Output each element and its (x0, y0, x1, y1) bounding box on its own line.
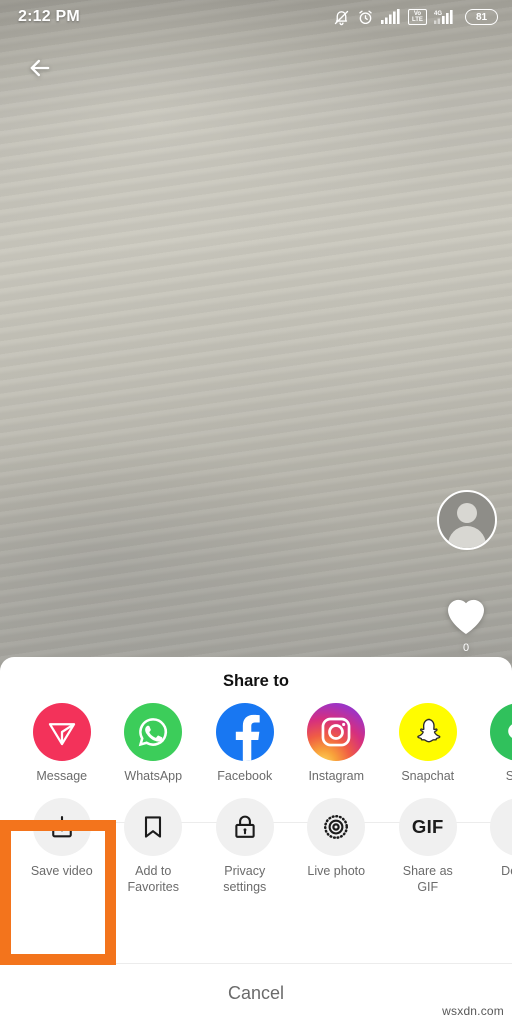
share-sheet: Share to Message WhatsApp Facebook Insta… (0, 657, 512, 1024)
like-button[interactable]: 0 (442, 592, 490, 654)
volte-bottom-label: LTE (412, 17, 423, 23)
action-live-photo[interactable]: Live photo (291, 798, 383, 879)
action-label: Add to Favorites (127, 864, 179, 894)
volte-icon: Vo LTE (408, 9, 427, 25)
cancel-button[interactable]: Cancel (0, 963, 512, 1024)
bookmark-icon (124, 798, 183, 857)
avatar-head-shape (457, 503, 477, 523)
action-label: Save video (30, 864, 93, 879)
gif-icon: GIF (398, 798, 457, 857)
share-targets-row[interactable]: Message WhatsApp Facebook Instagram Snap… (0, 703, 512, 784)
actions-row[interactable]: Save video Add to Favorites Privacy sett… (0, 798, 512, 895)
message-icon (32, 703, 91, 761)
action-delete[interactable]: Delete (474, 798, 512, 879)
sms-icon (490, 703, 512, 761)
share-target-whatsapp[interactable]: WhatsApp (108, 703, 200, 784)
trash-icon (490, 798, 512, 857)
battery-level-label: 81 (475, 11, 488, 23)
share-sheet-title: Share to (222, 672, 290, 690)
battery-icon: 81 (465, 9, 498, 25)
action-label: Share as GIF (402, 864, 453, 894)
share-target-instagram[interactable]: Instagram (291, 703, 383, 784)
share-target-label: Instagram (308, 769, 365, 783)
bell-muted-icon (333, 9, 350, 26)
action-label: Live photo (307, 864, 366, 879)
action-save-video[interactable]: Save video (16, 798, 108, 879)
back-button[interactable] (20, 50, 60, 90)
snapchat-icon (398, 703, 457, 761)
instagram-icon (307, 703, 366, 761)
heart-icon (442, 592, 490, 641)
action-label: Delete (501, 864, 512, 879)
back-arrow-icon (26, 54, 54, 87)
share-target-label: Facebook (217, 769, 273, 783)
whatsapp-icon (124, 703, 183, 761)
share-target-label: Snapchat (401, 769, 455, 783)
action-share-as-gif[interactable]: GIF Share as GIF (382, 798, 474, 895)
share-target-label: SMS (505, 769, 512, 783)
live-photo-icon (307, 798, 366, 857)
svg-text:4G: 4G (434, 11, 442, 17)
like-count-label: 0 (462, 642, 470, 654)
share-target-label: Message (36, 769, 88, 783)
action-privacy-settings[interactable]: Privacy settings (199, 798, 291, 895)
status-bar-clock: 2:12 PM (18, 8, 80, 25)
lock-icon (215, 798, 274, 857)
share-target-snapchat[interactable]: Snapchat (382, 703, 474, 784)
share-target-sms[interactable]: SMS (474, 703, 512, 784)
signal-bars-icon (381, 9, 401, 25)
share-target-facebook[interactable]: Facebook (199, 703, 291, 784)
share-target-message[interactable]: Message (16, 703, 108, 784)
signal-bars-4g-icon: 4G (434, 9, 458, 25)
watermark: wsxdn.com (442, 1004, 504, 1018)
status-bar-icons: Vo LTE 4G 81 (333, 9, 498, 26)
alarm-clock-icon (357, 9, 374, 26)
facebook-icon (215, 703, 274, 761)
download-icon (32, 798, 91, 857)
action-add-to-favorites[interactable]: Add to Favorites (108, 798, 200, 895)
status-bar: 2:12 PM Vo LTE 4G 81 (0, 0, 512, 34)
phone-screen: 2:12 PM Vo LTE 4G 81 0 Share to Message … (0, 0, 512, 1024)
cancel-label: Cancel (227, 983, 285, 1003)
avatar[interactable] (437, 490, 497, 550)
share-target-label: WhatsApp (124, 769, 183, 783)
action-label: Privacy settings (223, 864, 267, 894)
avatar-body-shape (448, 526, 486, 548)
